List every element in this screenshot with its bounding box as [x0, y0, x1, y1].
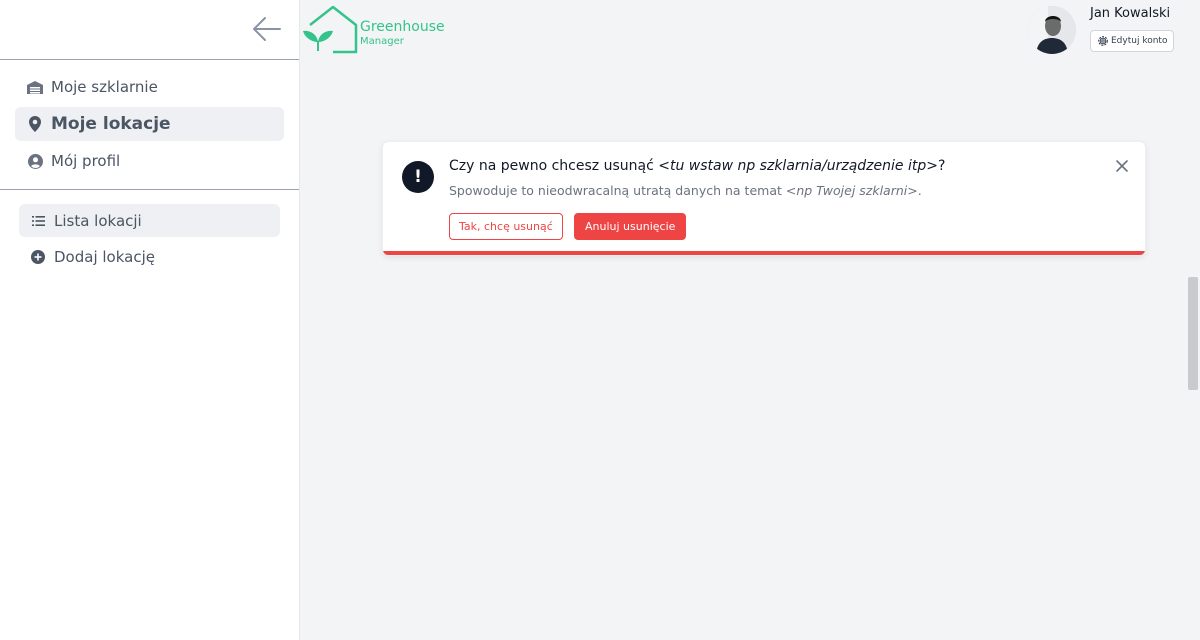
main-navigation: Moje szklarnie Moje lokacje Mój profil	[0, 60, 299, 190]
dialog-title: Czy na pewno chcesz usunąć <tu wstaw np …	[449, 158, 946, 174]
avatar[interactable]	[1028, 6, 1076, 54]
sidebar-subitem-dodaj-lokacje[interactable]: Dodaj lokację	[19, 240, 280, 273]
edit-account-button[interactable]: Edytuj konto	[1090, 30, 1175, 52]
app-logo[interactable]: Greenhouse Manager	[302, 5, 445, 55]
close-icon	[1116, 160, 1128, 172]
dialog-message-placeholder: <np Twojej szklarni>	[785, 183, 918, 198]
location-pin-icon	[27, 116, 43, 132]
cancel-delete-button[interactable]: Anuluj usunięcie	[574, 213, 687, 240]
exclamation-icon: !	[402, 161, 434, 193]
user-circle-icon	[27, 153, 43, 169]
greenhouse-logo-icon	[303, 5, 358, 54]
logo-title: Greenhouse	[360, 19, 445, 35]
sidebar: Moje szklarnie Moje lokacje Mój profil L…	[0, 0, 300, 640]
plus-circle-icon	[31, 249, 45, 264]
user-name: Jan Kowalski	[1090, 6, 1171, 21]
sidebar-item-label: Moje lokacje	[51, 114, 171, 134]
gear-icon	[1097, 35, 1109, 47]
sidebar-item-label: Mój profil	[51, 152, 121, 170]
confirm-delete-button[interactable]: Tak, chcę usunąć	[449, 213, 563, 240]
user-photo-icon	[1028, 6, 1076, 54]
edit-account-label: Edytuj konto	[1111, 36, 1168, 46]
dialog-message: Spowoduje to nieodwracalną utratą danych…	[449, 183, 922, 198]
list-icon	[31, 214, 45, 228]
sidebar-item-moje-lokacje[interactable]: Moje lokacje	[15, 107, 284, 141]
close-button[interactable]	[1114, 158, 1130, 174]
back-button[interactable]	[250, 12, 284, 46]
arrow-left-icon	[253, 17, 281, 41]
warehouse-icon	[27, 79, 43, 95]
delete-confirmation-dialog: ! Czy na pewno chcesz usunąć <tu wstaw n…	[382, 141, 1146, 256]
sidebar-subitem-label: Dodaj lokację	[54, 247, 155, 266]
logo-subtitle: Manager	[360, 36, 404, 47]
dialog-title-placeholder: <tu wstaw np szklarnia/urządzenie itp>	[658, 158, 938, 174]
sub-navigation: Lista lokacji Dodaj lokację	[0, 190, 299, 290]
sidebar-header	[0, 0, 299, 60]
sidebar-item-moj-profil[interactable]: Mój profil	[15, 144, 284, 178]
sidebar-subitem-lista-lokacji[interactable]: Lista lokacji	[19, 204, 280, 237]
sidebar-item-label: Moje szklarnie	[51, 78, 158, 96]
sidebar-subitem-label: Lista lokacji	[54, 211, 142, 230]
sidebar-item-moje-szklarnie[interactable]: Moje szklarnie	[15, 70, 284, 104]
scrollbar-thumb[interactable]	[1188, 277, 1198, 390]
